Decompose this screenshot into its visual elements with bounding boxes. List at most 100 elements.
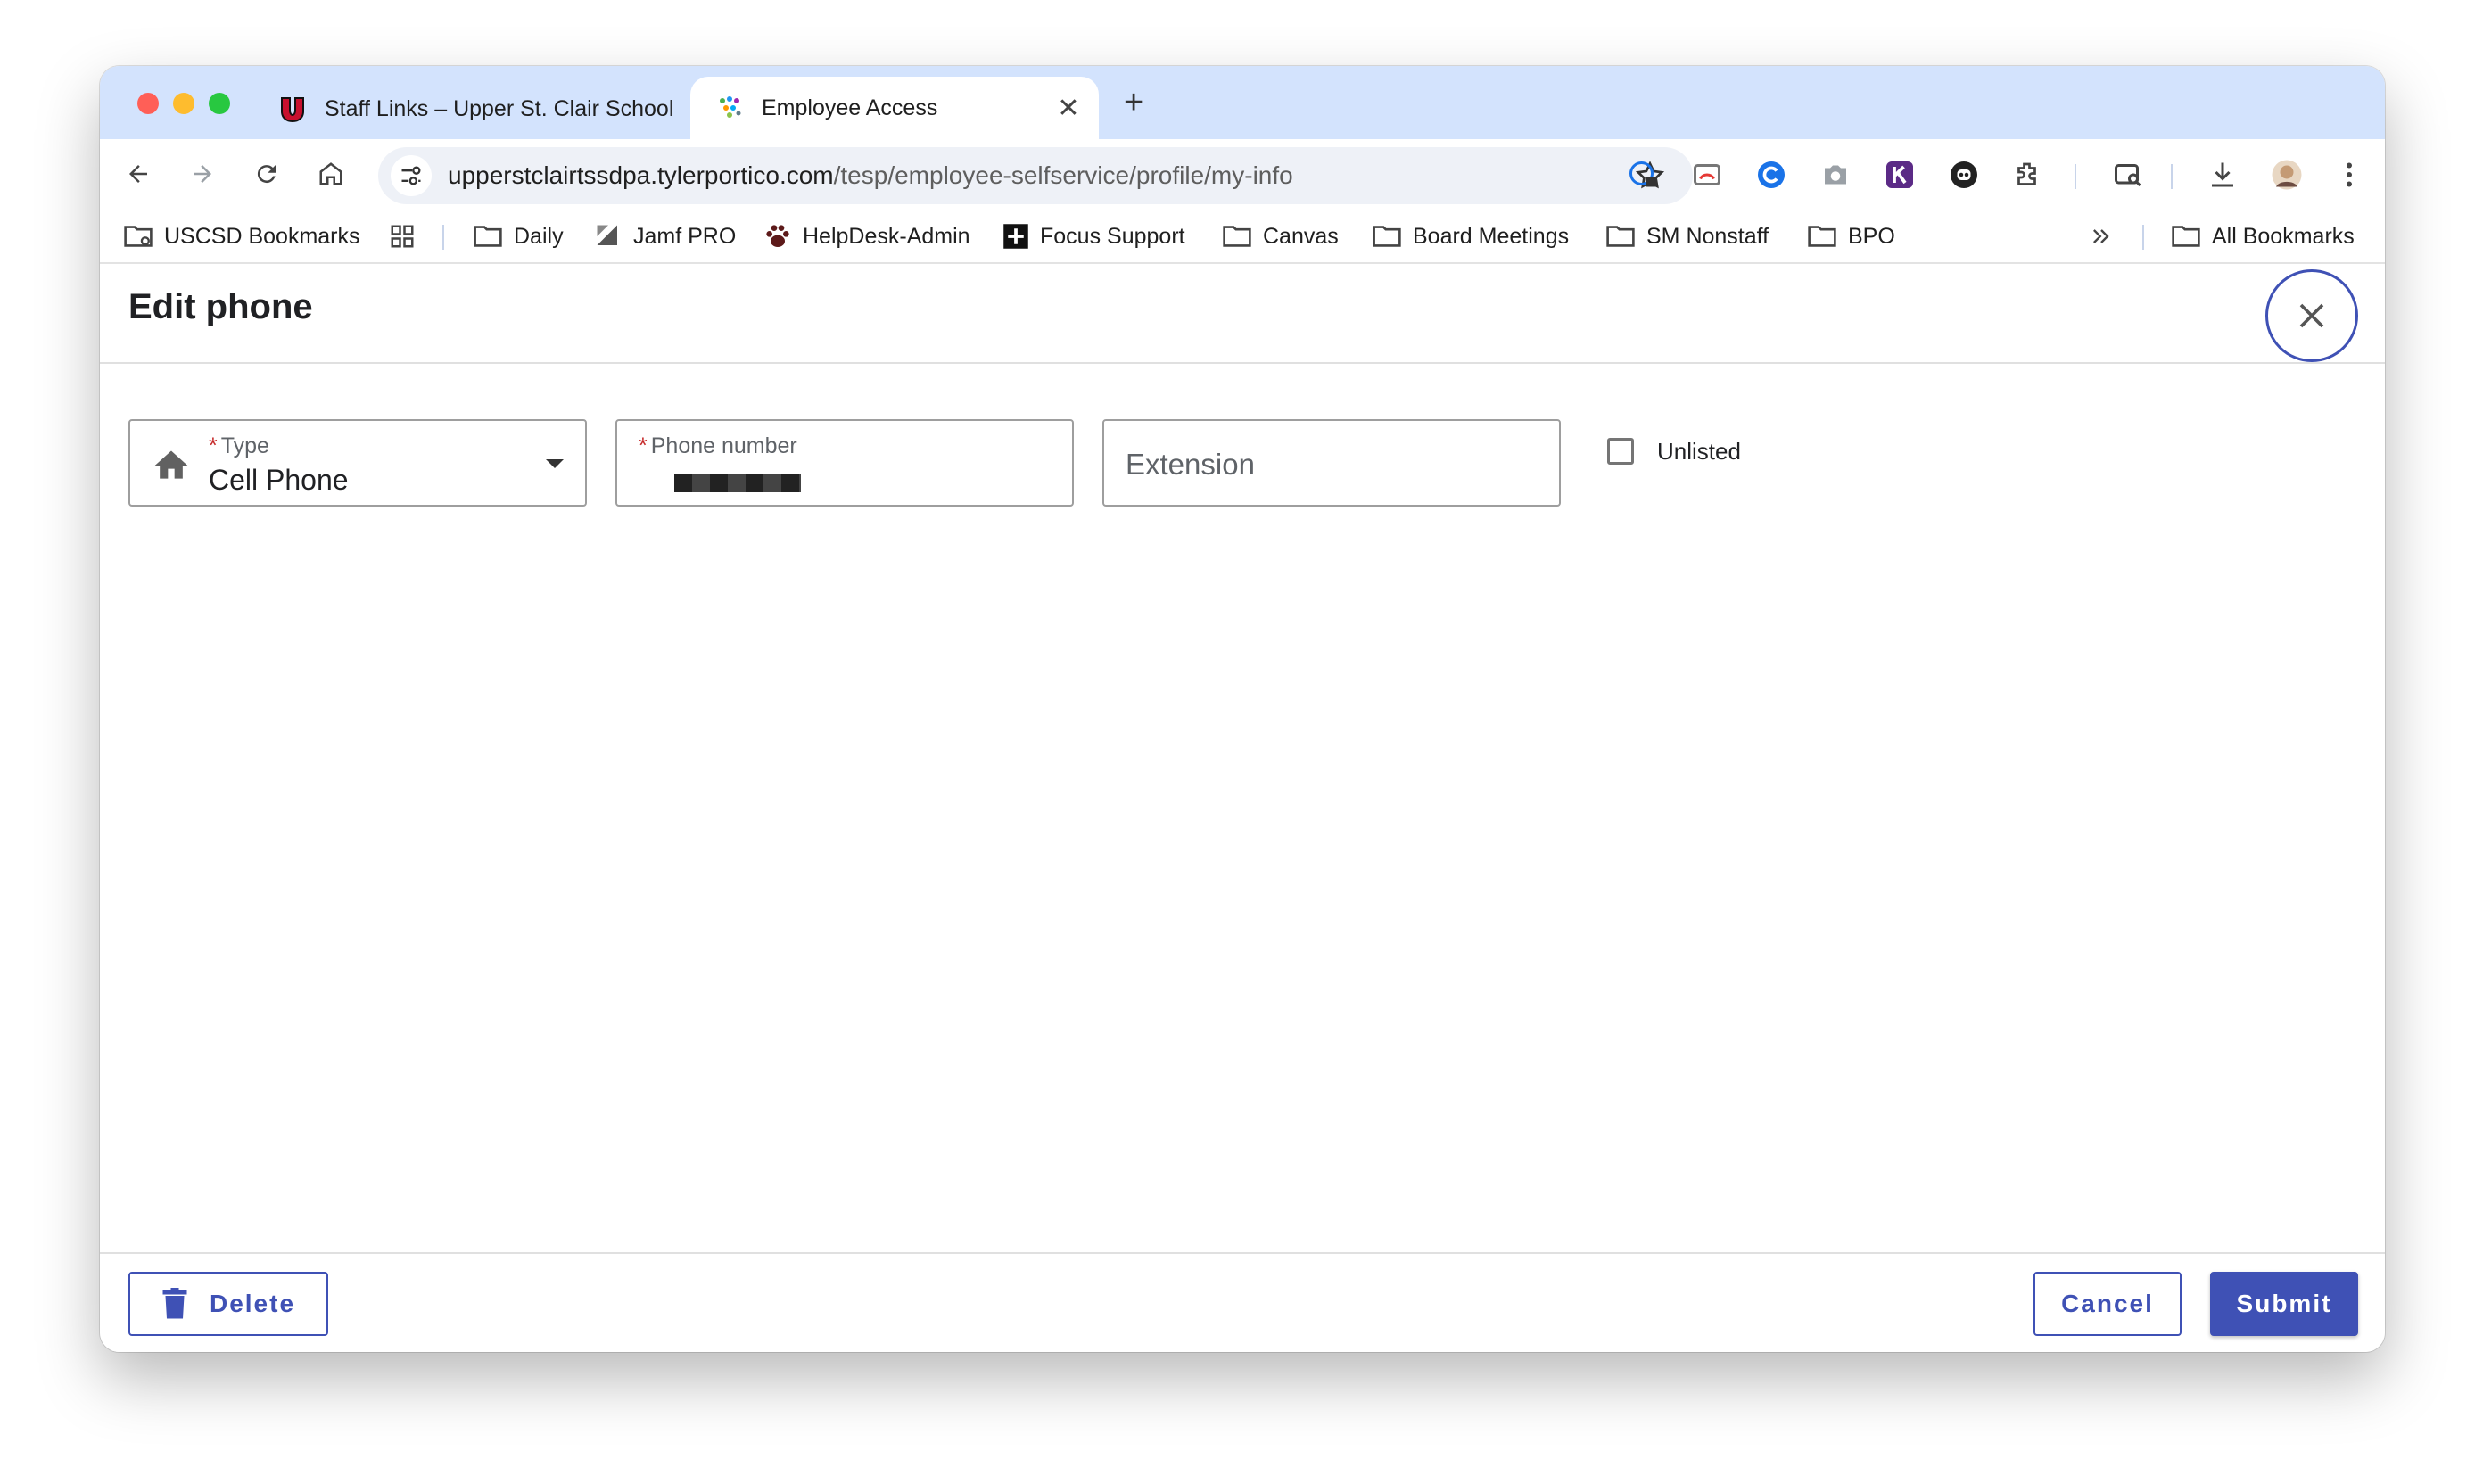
chevron-down-icon — [546, 459, 564, 468]
paw-icon — [766, 225, 789, 247]
bookmark-label: Jamf PRO — [633, 223, 737, 249]
bookmark-bpo[interactable]: BPO — [1807, 219, 1895, 253]
bookmark-canvas[interactable]: Canvas — [1222, 219, 1339, 253]
submit-button[interactable]: Submit — [2210, 1272, 2358, 1336]
new-tab-button[interactable]: + — [1124, 84, 1143, 122]
tyler-logo-icon — [720, 96, 741, 118]
reload-button[interactable] — [246, 153, 287, 194]
phone-number-field[interactable]: * Phone number — [615, 419, 1074, 507]
password-manager-icon[interactable] — [1625, 157, 1661, 193]
extension-placeholder: Extension — [1126, 448, 1255, 481]
tab-title: Employee Access — [762, 95, 938, 120]
bookmark-focus-support[interactable]: Focus Support — [1002, 219, 1185, 253]
tab-employee-access[interactable]: Employee Access ✕ — [690, 77, 1099, 139]
address-bar[interactable]: upperstclairtssdpa.tylerportico.com/tesp… — [378, 147, 1693, 204]
dialog-header: Edit phone — [100, 264, 2385, 364]
close-window-button[interactable] — [137, 93, 159, 114]
grammar-extension-icon[interactable] — [1753, 157, 1789, 193]
bookmark-label: HelpDesk-Admin — [803, 223, 970, 249]
home-icon — [154, 450, 188, 479]
forward-button[interactable] — [182, 153, 223, 194]
bookmark-helpdesk[interactable]: HelpDesk-Admin — [763, 219, 970, 253]
site-settings-icon[interactable] — [391, 155, 432, 196]
folder-icon — [1606, 226, 1635, 247]
browser-window: Staff Links – Upper St. Clair School ✕ E… — [100, 66, 2385, 1352]
close-dialog-button[interactable] — [2265, 269, 2358, 362]
type-label: * Type — [209, 433, 269, 458]
managed-folder-icon — [124, 226, 153, 247]
browser-menu-icon[interactable] — [2331, 157, 2367, 193]
toolbar-separator — [2075, 164, 2076, 189]
extensions-puzzle-icon[interactable] — [2010, 157, 2046, 193]
unlisted-label: Unlisted — [1657, 437, 1741, 465]
bookmark-sm-nonstaff[interactable]: SM Nonstaff — [1605, 219, 1769, 253]
close-icon — [2299, 303, 2324, 328]
folder-icon — [474, 226, 502, 247]
tab-title: Staff Links – Upper St. Clair School — [325, 95, 674, 121]
folder-icon — [1223, 226, 1251, 247]
bookmark-label: Board Meetings — [1413, 223, 1570, 249]
minimize-window-button[interactable] — [173, 93, 194, 114]
arrow-right-icon — [194, 165, 211, 183]
maximize-window-button[interactable] — [209, 93, 230, 114]
dialog-footer: Delete Cancel Submit — [100, 1252, 2385, 1352]
jamf-icon — [597, 225, 617, 245]
folder-icon — [2172, 226, 2200, 247]
bookmark-label: All Bookmarks — [2212, 223, 2355, 249]
bookmark-separator — [2142, 225, 2144, 250]
bookmark-label: Canvas — [1263, 223, 1339, 249]
bookmark-uscsd[interactable]: USCSD Bookmarks — [123, 219, 360, 253]
profile-avatar-icon[interactable] — [2269, 157, 2305, 193]
bookmark-board-meetings[interactable]: Board Meetings — [1372, 219, 1569, 253]
school-u-logo-icon — [281, 97, 304, 123]
type-select[interactable]: * Type Cell Phone — [128, 419, 587, 507]
kami-extension-icon[interactable] — [1882, 157, 1918, 193]
home-outline-icon — [319, 162, 342, 186]
bookmark-separator — [442, 225, 444, 250]
apps-grid-icon — [391, 225, 414, 248]
more-bookmarks-button[interactable] — [2089, 219, 2114, 253]
redacted-phone-value — [674, 474, 801, 492]
bookmark-label: Daily — [514, 223, 564, 249]
bookmark-apps[interactable] — [389, 219, 416, 253]
bookmark-label: USCSD Bookmarks — [164, 223, 360, 249]
cancel-button[interactable]: Cancel — [2033, 1272, 2182, 1336]
unlisted-checkbox-group[interactable]: Unlisted — [1607, 433, 1741, 469]
bookmark-label: Focus Support — [1040, 223, 1185, 249]
bookmark-label: BPO — [1848, 223, 1895, 249]
window-controls — [137, 93, 230, 114]
folder-icon — [1373, 226, 1401, 247]
tab-strip: Staff Links – Upper St. Clair School ✕ E… — [100, 66, 2385, 139]
url-path: /tesp/employee-selfservice/profile/my-in… — [833, 161, 1293, 189]
securly-extension-icon[interactable] — [1946, 157, 1982, 193]
url-text: upperstclairtssdpa.tylerportico.com/tesp… — [448, 161, 1293, 190]
folder-icon — [1808, 226, 1836, 247]
url-host: upperstclairtssdpa.tylerportico.com — [448, 161, 834, 189]
double-chevron-right-icon — [2093, 229, 2109, 243]
browser-toolbar: upperstclairtssdpa.tylerportico.com/tesp… — [100, 139, 2385, 209]
type-value: Cell Phone — [209, 464, 349, 496]
camera-extension-icon[interactable] — [1818, 157, 1853, 193]
back-button[interactable] — [118, 153, 159, 194]
unlisted-checkbox[interactable] — [1607, 438, 1634, 465]
bookmark-label: SM Nonstaff — [1646, 223, 1769, 249]
phone-number-label: * Phone number — [639, 433, 797, 458]
trash-icon — [162, 1288, 187, 1319]
delete-button[interactable]: Delete — [128, 1272, 328, 1336]
delete-label: Delete — [209, 1290, 296, 1317]
download-icon[interactable] — [2205, 157, 2240, 193]
all-bookmarks-button[interactable]: All Bookmarks — [2171, 219, 2355, 253]
bookmark-daily[interactable]: Daily — [473, 219, 564, 253]
close-tab-icon[interactable]: ✕ — [1051, 93, 1086, 124]
bookmarks-bar: USCSD Bookmarks Daily Jamf PRO HelpDesk-… — [100, 209, 2385, 264]
screen-reader-extension-icon[interactable] — [1689, 157, 1725, 193]
dialog-title: Edit phone — [128, 287, 313, 326]
arrow-left-icon — [129, 165, 147, 183]
toolbar-separator — [2171, 164, 2173, 189]
reload-icon — [257, 165, 276, 184]
bookmark-jamf[interactable]: Jamf PRO — [594, 219, 736, 253]
extension-field[interactable]: Extension — [1102, 419, 1561, 507]
home-button[interactable] — [310, 153, 351, 194]
tab-search-icon[interactable] — [2110, 157, 2146, 193]
focus-plus-icon — [1003, 224, 1028, 249]
